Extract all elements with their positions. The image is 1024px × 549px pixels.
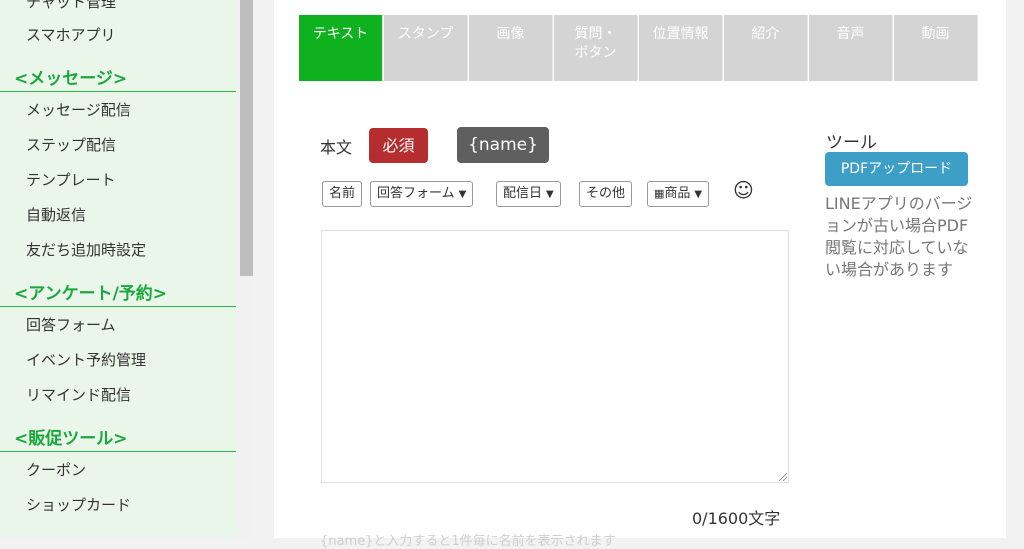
sidebar: チャット管理 スマホアプリ <メッセージ> メッセージ配信 ステップ配信 テンプ…: [0, 0, 238, 538]
tool-label: 回答フォーム: [377, 186, 455, 201]
other-tool-button[interactable]: その他: [579, 181, 633, 207]
name-hint-text: {name}と入力すると1件毎に名前を表示されます: [320, 534, 616, 549]
insert-name-tool-button[interactable]: 名前: [322, 181, 363, 207]
caret-down-icon: ▼: [546, 189, 554, 200]
sidebar-item-auto-reply[interactable]: 自動返信: [26, 204, 86, 225]
pdf-upload-button[interactable]: PDFアップロード: [825, 152, 968, 186]
sidebar-item-shop-card[interactable]: ショップカード: [26, 494, 131, 515]
sidebar-section-message: <メッセージ>: [0, 57, 236, 92]
resize-grip-icon[interactable]: [777, 471, 787, 481]
tab-text[interactable]: テキスト: [299, 15, 383, 81]
emoji-icon[interactable]: ☺: [733, 178, 754, 202]
tab-location[interactable]: 位置情報: [639, 15, 723, 81]
tools-heading: ツール: [826, 133, 877, 153]
caret-down-icon: ▼: [694, 189, 703, 200]
delivery-date-dropdown[interactable]: 配信日 ▼: [496, 181, 561, 207]
sidebar-item-step-delivery[interactable]: ステップ配信: [26, 134, 116, 155]
tool-label: その他: [586, 186, 626, 201]
sidebar-item-smartphone-app[interactable]: スマホアプリ: [26, 24, 116, 45]
sidebar-section-promo: <販促ツール>: [0, 417, 236, 452]
tab-stamp[interactable]: スタンプ: [384, 15, 468, 81]
sidebar-item-chat[interactable]: チャット管理: [26, 0, 116, 12]
tab-question-button[interactable]: 質問・ボタン: [554, 15, 638, 81]
sidebar-item-coupon[interactable]: クーポン: [26, 459, 86, 480]
product-dropdown[interactable]: ▦商品 ▼: [647, 181, 710, 207]
tool-label: 配信日: [503, 186, 543, 201]
sidebar-item-friend-add-settings[interactable]: 友だち追加時設定: [26, 239, 146, 260]
tab-audio[interactable]: 音声: [809, 15, 893, 81]
pdf-compatibility-note: LINEアプリのバージョンが古い場合PDF閲覧に対応していない場合があります: [825, 194, 973, 279]
section-title: <アンケート/予約>: [14, 284, 168, 304]
grid-icon: ▦: [654, 187, 665, 200]
section-title: <販促ツール>: [14, 429, 128, 449]
sidebar-item-template[interactable]: テンプレート: [26, 169, 116, 190]
insert-name-button[interactable]: {name}: [457, 127, 549, 163]
tab-image[interactable]: 画像: [469, 15, 553, 81]
sidebar-item-event-reservation[interactable]: イベント予約管理: [26, 349, 146, 370]
tool-label: 商品: [664, 186, 691, 201]
caret-down-icon: ▼: [458, 189, 467, 200]
sidebar-item-reminder[interactable]: リマインド配信: [26, 384, 131, 405]
answer-form-dropdown[interactable]: 回答フォーム ▼: [370, 181, 474, 207]
character-counter: 0/1600文字: [692, 509, 781, 528]
sidebar-scroll-thumb[interactable]: [240, 0, 253, 276]
sidebar-item-answer-form[interactable]: 回答フォーム: [26, 314, 116, 335]
tool-label: 名前: [329, 186, 356, 201]
tab-introduction[interactable]: 紹介: [724, 15, 808, 81]
body-label: 本文: [320, 138, 353, 157]
tab-video[interactable]: 動画: [894, 15, 978, 81]
required-badge: 必須: [369, 128, 428, 163]
sidebar-item-message-delivery[interactable]: メッセージ配信: [26, 99, 131, 120]
sidebar-section-survey: <アンケート/予約>: [0, 272, 236, 307]
message-type-tabs: テキスト スタンプ 画像 質問・ボタン 位置情報 紹介 音声 動画: [299, 15, 981, 81]
section-title: <メッセージ>: [14, 69, 128, 89]
message-body-textarea[interactable]: [321, 230, 789, 483]
